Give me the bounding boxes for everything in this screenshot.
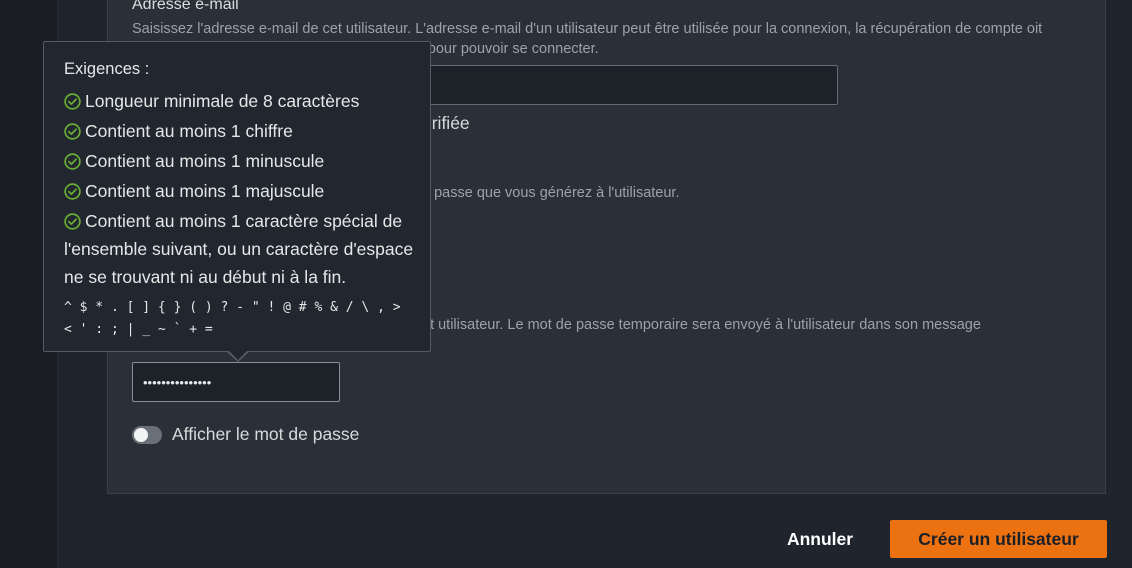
password-field[interactable] (132, 362, 340, 402)
requirement-item: Contient au moins 1 minuscule (64, 147, 410, 177)
temporary-password-description: et utilisateur. Le mot de passe temporai… (422, 317, 981, 333)
requirements-title: Exigences : (64, 60, 150, 78)
cancel-button[interactable]: Annuler (776, 520, 864, 558)
popover-arrow-fill (228, 350, 248, 360)
requirement-text: Contient au moins 1 minuscule (85, 151, 325, 171)
check-circle-icon (64, 153, 81, 170)
requirement-text: Contient au moins 1 chiffre (85, 121, 293, 141)
create-user-button[interactable]: Créer un utilisateur (890, 520, 1107, 558)
requirement-item: Contient au moins 1 chiffre (64, 117, 410, 147)
requirement-text: Contient au moins 1 caractère spécial de… (64, 211, 414, 287)
check-circle-icon (64, 93, 81, 110)
check-circle-icon (64, 123, 81, 140)
check-circle-icon (64, 213, 81, 230)
requirement-text: Longueur minimale de 8 caractères (85, 91, 360, 111)
password-generated-description: e passe que vous générez à l'utilisateur… (422, 185, 680, 201)
toggle-knob (134, 428, 148, 442)
special-characters-list: ^ $ * . [ ] { } ( ) ? - " ! @ # % & / \ … (64, 300, 401, 337)
check-circle-icon (64, 183, 81, 200)
password-requirements-popover: Exigences : Longueur minimale de 8 carac… (43, 41, 431, 352)
requirement-text: Contient au moins 1 majuscule (85, 181, 325, 201)
requirements-list: Longueur minimale de 8 caractères Contie… (64, 87, 413, 291)
requirement-item: Longueur minimale de 8 caractères (64, 87, 410, 117)
requirement-item: Contient au moins 1 caractère spécial de… (64, 207, 414, 291)
show-password-toggle[interactable] (132, 426, 162, 444)
email-label: Adresse e-mail (132, 0, 239, 13)
show-password-label: Afficher le mot de passe (172, 424, 360, 444)
requirement-item: Contient au moins 1 majuscule (64, 177, 410, 207)
email-field[interactable] (420, 65, 838, 105)
